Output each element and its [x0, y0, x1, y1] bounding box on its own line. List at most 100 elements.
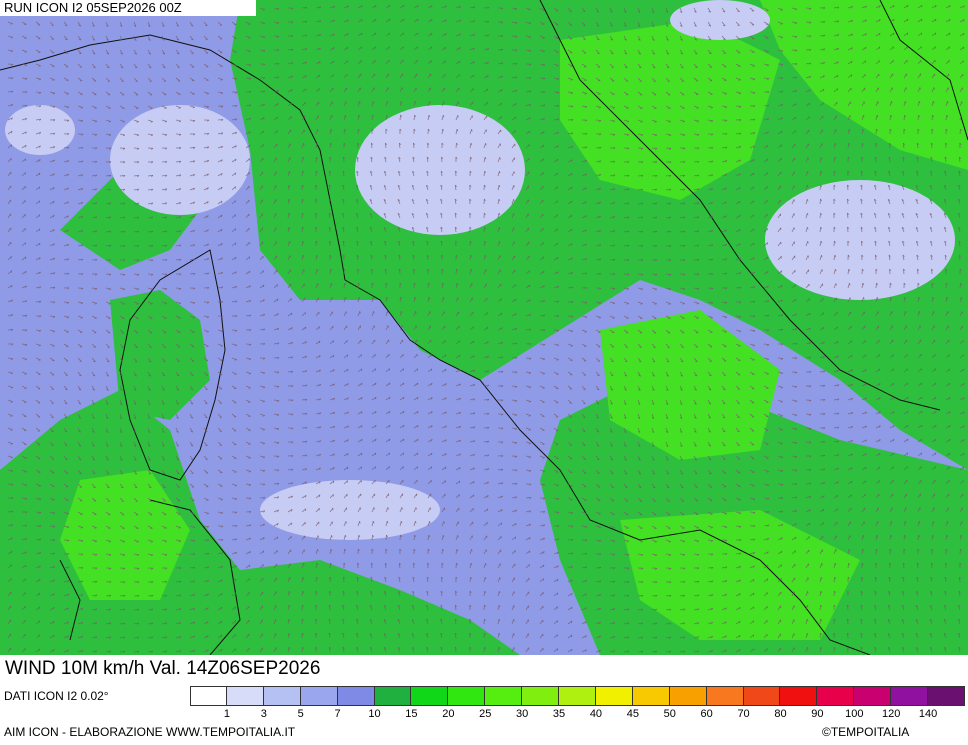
- wind-arrow-head: [612, 317, 615, 319]
- wind-arrow-head: [556, 200, 558, 203]
- wind-arrow-head: [961, 101, 963, 104]
- wind-arrow-head: [429, 311, 431, 314]
- wind-arrow-head: [737, 430, 740, 432]
- wind-arrow-head: [121, 346, 124, 348]
- wind-arrow: [721, 301, 728, 303]
- wind-arrow-head: [458, 340, 461, 343]
- wind-arrow-head: [163, 486, 166, 489]
- wind-arrow-head: [52, 499, 55, 501]
- wind-arrow-head: [752, 214, 755, 217]
- wind-arrow-head: [444, 60, 447, 63]
- wind-arrow-head: [234, 228, 237, 231]
- wind-arrow-head: [695, 360, 698, 363]
- wind-arrow-head: [65, 388, 68, 391]
- wind-arrow: [959, 128, 961, 135]
- wind-arrow-head: [948, 466, 951, 469]
- wind-arrow-head: [38, 65, 41, 67]
- wind-arrow-head: [877, 101, 879, 104]
- wind-arrow: [819, 198, 821, 205]
- wind-arrow: [301, 226, 303, 233]
- wind-arrow-head: [79, 52, 82, 55]
- wind-arrow-head: [248, 37, 251, 39]
- wind-arrow-head: [178, 107, 181, 109]
- wind-arrow: [49, 105, 56, 107]
- wind-arrow-head: [79, 472, 82, 475]
- wind-arrow-head: [331, 297, 333, 300]
- wind-arrow-head: [10, 401, 13, 403]
- wind-arrow-head: [542, 457, 545, 459]
- wind-arrow: [21, 77, 28, 79]
- wind-arrow: [777, 357, 784, 359]
- wind-arrow-head: [318, 326, 320, 329]
- wind-arrow-head: [499, 255, 501, 258]
- wind-arrow-head: [794, 284, 797, 287]
- wind-arrow-head: [906, 46, 908, 49]
- wind-arrow: [693, 133, 700, 135]
- wind-arrow-head: [822, 102, 824, 105]
- wind-arrow-head: [122, 303, 125, 305]
- wind-arrow-head: [583, 444, 586, 447]
- wind-arrow-head: [737, 10, 740, 12]
- wind-arrow-head: [612, 107, 615, 109]
- wind-arrow-head: [850, 74, 853, 77]
- wind-arrow-head: [836, 326, 839, 329]
- wind-arrow-head: [65, 38, 68, 41]
- wind-arrow-head: [962, 354, 965, 357]
- wind-arrow: [763, 77, 770, 79]
- wind-arrow-head: [752, 359, 755, 361]
- wind-arrow-head: [359, 311, 361, 314]
- wind-arrow-head: [654, 121, 657, 123]
- wind-arrow-head: [808, 298, 811, 301]
- wind-arrow: [329, 142, 331, 149]
- wind-arrow-head: [65, 458, 68, 461]
- wind-arrow-head: [275, 185, 277, 188]
- wind-arrow-head: [780, 443, 783, 445]
- wind-arrow-head: [556, 214, 558, 217]
- wind-arrow-head: [752, 200, 755, 203]
- wind-arrow-head: [93, 486, 96, 488]
- wind-arrow-head: [248, 387, 251, 389]
- wind-arrow-head: [835, 129, 837, 132]
- wind-arrow-head: [66, 93, 69, 95]
- wind-arrow-head: [317, 283, 319, 286]
- wind-arrow-head: [892, 46, 895, 49]
- wind-arrow-head: [177, 360, 180, 362]
- wind-arrow-head: [570, 345, 573, 347]
- wind-arrow-head: [850, 494, 853, 497]
- wind-arrow-head: [346, 354, 349, 357]
- wind-arrow-head: [66, 331, 69, 333]
- wind-arrow: [63, 301, 70, 303]
- wind-arrow-head: [738, 499, 741, 501]
- wind-arrow-head: [289, 157, 291, 160]
- wind-arrow-head: [457, 115, 459, 118]
- wind-arrow-head: [597, 472, 600, 474]
- wind-arrow-head: [346, 60, 349, 63]
- wind-arrow-head: [667, 346, 670, 348]
- wind-arrow-head: [738, 79, 741, 81]
- wind-arrow-head: [374, 368, 377, 371]
- wind-arrow-head: [892, 466, 895, 469]
- wind-arrow-head: [766, 51, 769, 53]
- wind-arrow-head: [191, 52, 194, 54]
- wind-arrow-head: [205, 24, 208, 27]
- wind-arrow-head: [205, 444, 208, 447]
- wind-arrow-head: [136, 303, 139, 305]
- wind-arrow: [91, 133, 98, 135]
- wind-arrow-head: [248, 256, 251, 259]
- wind-arrow-head: [472, 326, 474, 329]
- wind-arrow: [133, 273, 140, 275]
- wind-arrow-head: [934, 46, 936, 49]
- wind-arrow-head: [696, 107, 699, 109]
- wind-arrow-head: [710, 317, 713, 319]
- wind-arrow-head: [654, 303, 657, 305]
- wind-arrow: [35, 511, 42, 513]
- wind-arrow-head: [695, 486, 698, 488]
- wind-arrow-head: [262, 270, 264, 273]
- wind-arrow-head: [234, 359, 237, 361]
- wind-arrow-head: [752, 485, 755, 487]
- wind-arrow-head: [234, 214, 236, 217]
- wind-arrow-head: [780, 429, 783, 431]
- wind-arrow: [455, 142, 457, 149]
- wind-arrow-head: [583, 388, 586, 390]
- wind-arrow-head: [178, 317, 181, 319]
